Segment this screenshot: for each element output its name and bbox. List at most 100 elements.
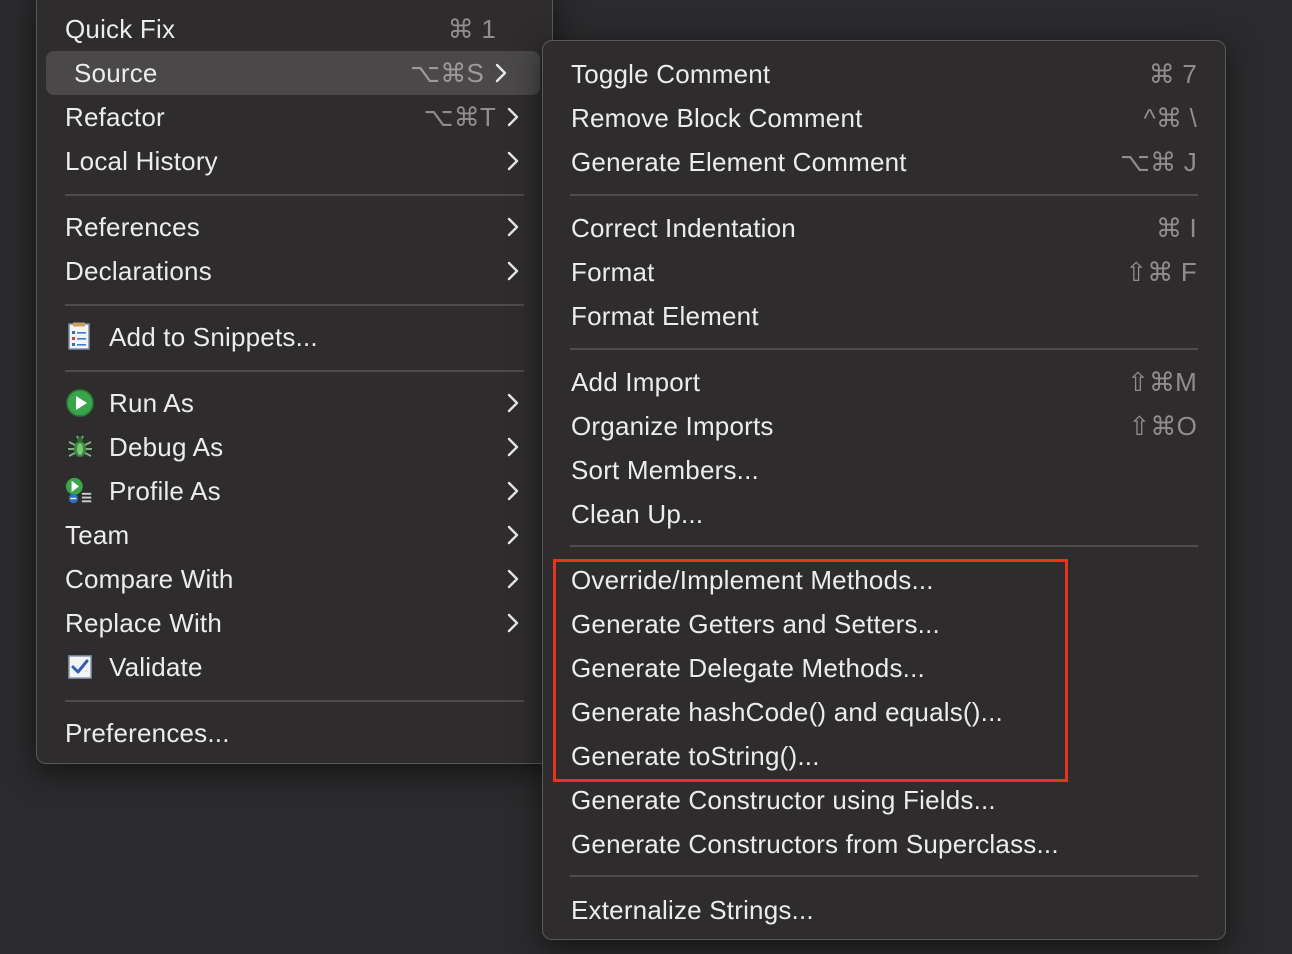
shortcut-label: ⌥⌘ J (1120, 146, 1197, 177)
menu-item-label: Preferences... (65, 717, 230, 748)
menu-item-label: Quick Fix (65, 13, 176, 44)
menu-item-clean-up[interactable]: Clean Up... (543, 492, 1225, 536)
menu-item-generate-hashcode-equals[interactable]: Generate hashCode() and equals()... (543, 690, 1225, 734)
chevron-right-icon (504, 610, 522, 636)
menu-item-local-history[interactable]: Local History (37, 139, 552, 183)
menu-item-organize-imports[interactable]: Organize Imports ⇧⌘O (543, 404, 1225, 448)
menu-separator (570, 875, 1198, 877)
menu-item-label: Replace With (65, 607, 223, 638)
shortcut-label: ⌥⌘S (410, 57, 484, 88)
menu-item-sort-members[interactable]: Sort Members... (543, 448, 1225, 492)
menu-item-label: Generate toString()... (571, 740, 820, 771)
menu-item-add-to-snippets[interactable]: Add to Snippets... (37, 315, 552, 359)
source-submenu: Toggle Comment ⌘ 7 Remove Block Comment … (542, 40, 1226, 940)
menu-item-toggle-comment[interactable]: Toggle Comment ⌘ 7 (543, 52, 1225, 96)
menu-item-label: Debug As (109, 431, 224, 462)
menu-item-generate-tostring[interactable]: Generate toString()... (543, 734, 1225, 778)
menu-item-label: Team (65, 519, 130, 550)
snippets-icon (65, 322, 95, 352)
menu-item-add-import[interactable]: Add Import ⇧⌘M (543, 360, 1225, 404)
menu-item-label: Remove Block Comment (571, 102, 863, 133)
menu-item-label: Correct Indentation (571, 212, 796, 243)
shortcut-label: ⇧⌘ F (1125, 256, 1197, 287)
menu-item-generate-element-comment[interactable]: Generate Element Comment ⌥⌘ J (543, 140, 1225, 184)
run-icon (65, 388, 95, 418)
chevron-right-icon (504, 258, 522, 284)
menu-item-generate-getters-setters[interactable]: Generate Getters and Setters... (543, 602, 1225, 646)
chevron-right-icon (504, 104, 522, 130)
menu-item-remove-block-comment[interactable]: Remove Block Comment ^⌘ \ (543, 96, 1225, 140)
shortcut-label: ⌘ 1 (447, 13, 496, 44)
menu-item-label: Add to Snippets... (109, 321, 318, 352)
chevron-right-icon (504, 434, 522, 460)
menu-item-label: Validate (109, 651, 203, 682)
menu-item-run-as[interactable]: Run As (37, 381, 552, 425)
menu-item-label: Generate Element Comment (571, 146, 907, 177)
menu-separator (65, 194, 524, 196)
menu-item-format-element[interactable]: Format Element (543, 294, 1225, 338)
menu-item-label: Run As (109, 387, 195, 418)
menu-separator (570, 545, 1198, 547)
menu-item-label: Compare With (65, 563, 234, 594)
menu-item-externalize-strings[interactable]: Externalize Strings... (543, 888, 1225, 932)
menu-item-refactor[interactable]: Refactor ⌥⌘T (37, 95, 552, 139)
menu-item-label: Organize Imports (571, 410, 774, 441)
menu-item-label: Generate hashCode() and equals()... (571, 696, 1003, 727)
shortcut-label: ^⌘ \ (1143, 102, 1197, 133)
menu-item-label: Externalize Strings... (571, 894, 814, 925)
menu-item-correct-indentation[interactable]: Correct Indentation ⌘ I (543, 206, 1225, 250)
menu-item-format[interactable]: Format ⇧⌘ F (543, 250, 1225, 294)
menu-item-label: Local History (65, 145, 218, 176)
menu-item-quick-fix[interactable]: Quick Fix ⌘ 1 (37, 7, 552, 51)
menu-item-generate-constructor-fields[interactable]: Generate Constructor using Fields... (543, 778, 1225, 822)
menu-item-override-implement-methods[interactable]: Override/Implement Methods... (543, 558, 1225, 602)
menu-item-label: Profile As (109, 475, 221, 506)
profile-icon (65, 476, 95, 506)
menu-item-label: Source (74, 57, 158, 88)
menu-separator (65, 304, 524, 306)
menu-item-replace-with[interactable]: Replace With (37, 601, 552, 645)
menu-item-validate[interactable]: Validate (37, 645, 552, 689)
menu-item-label: Toggle Comment (571, 58, 771, 89)
menu-item-label: Declarations (65, 255, 212, 286)
menu-item-compare-with[interactable]: Compare With (37, 557, 552, 601)
chevron-right-icon (504, 214, 522, 240)
menu-item-label: Add Import (571, 366, 701, 397)
menu-separator (570, 194, 1198, 196)
chevron-right-icon (492, 60, 510, 86)
debug-icon (65, 432, 95, 462)
shortcut-label: ⇧⌘M (1126, 366, 1197, 397)
menu-item-label: Override/Implement Methods... (571, 564, 934, 595)
chevron-right-icon (504, 478, 522, 504)
menu-item-profile-as[interactable]: Profile As (37, 469, 552, 513)
menu-item-label: Format Element (571, 300, 759, 331)
menu-item-label: Generate Delegate Methods... (571, 652, 925, 683)
menu-item-label: Generate Constructor using Fields... (571, 784, 996, 815)
shortcut-label: ⌥⌘T (423, 101, 496, 132)
menu-item-label: Refactor (65, 101, 165, 132)
menu-item-label: Generate Getters and Setters... (571, 608, 940, 639)
menu-item-team[interactable]: Team (37, 513, 552, 557)
menu-separator (570, 348, 1198, 350)
menu-item-declarations[interactable]: Declarations (37, 249, 552, 293)
menu-item-label: Sort Members... (571, 454, 759, 485)
chevron-right-icon (504, 566, 522, 592)
menu-separator (65, 370, 524, 372)
chevron-right-icon (504, 522, 522, 548)
menu-item-references[interactable]: References (37, 205, 552, 249)
menu-item-generate-delegate-methods[interactable]: Generate Delegate Methods... (543, 646, 1225, 690)
chevron-right-icon (504, 390, 522, 416)
shortcut-label: ⌘ 7 (1148, 58, 1197, 89)
chevron-right-icon (504, 148, 522, 174)
menu-item-label: Clean Up... (571, 498, 704, 529)
menu-item-label: Generate Constructors from Superclass... (571, 828, 1059, 859)
shortcut-label: ⌘ I (1155, 212, 1197, 243)
checkbox-icon (65, 652, 95, 682)
menu-item-source[interactable]: Source ⌥⌘S (46, 51, 540, 95)
context-menu: Quick Fix ⌘ 1 Source ⌥⌘S Refactor ⌥⌘T Lo… (36, 0, 553, 764)
menu-item-debug-as[interactable]: Debug As (37, 425, 552, 469)
menu-separator (65, 700, 524, 702)
menu-item-generate-constructors-superclass[interactable]: Generate Constructors from Superclass... (543, 822, 1225, 866)
menu-item-preferences[interactable]: Preferences... (37, 711, 552, 755)
menu-item-label: References (65, 211, 200, 242)
